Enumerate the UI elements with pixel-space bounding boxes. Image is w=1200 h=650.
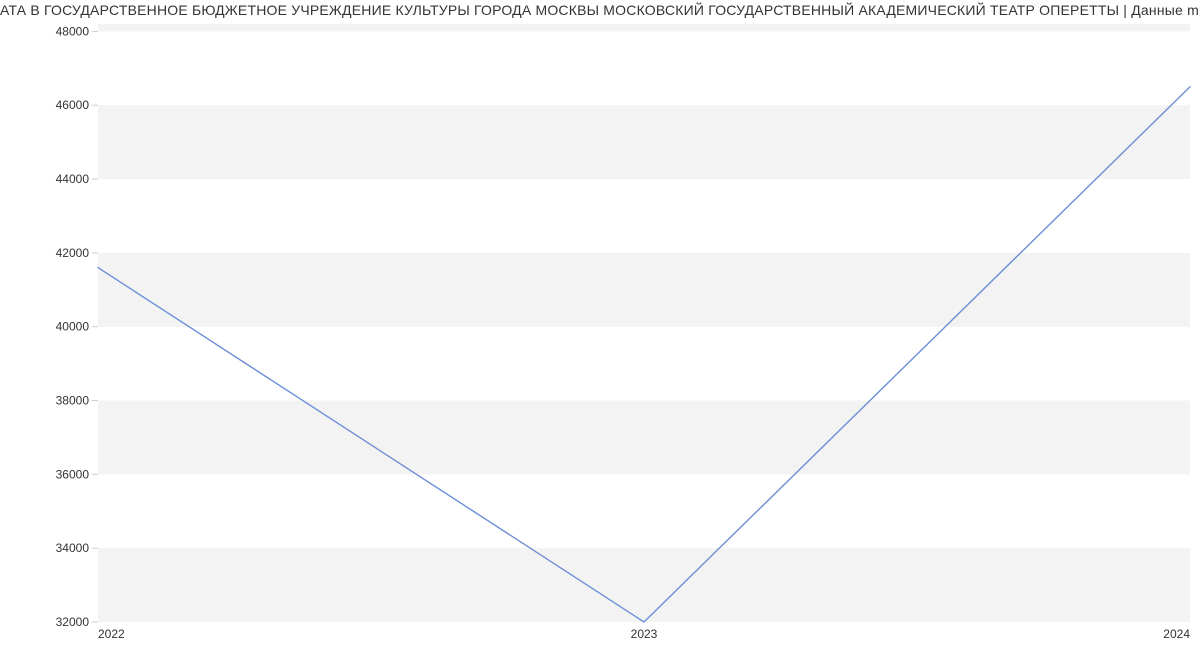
y-tick-label: 36000 [56, 467, 90, 481]
chart-title: АТА В ГОСУДАРСТВЕННОЕ БЮДЖЕТНОЕ УЧРЕЖДЕН… [0, 0, 1200, 20]
x-tick-label: 2024 [1163, 627, 1190, 641]
grid-band [98, 253, 1190, 327]
x-tick-label: 2023 [631, 627, 658, 641]
chart-svg: 32000 34000 36000 38000 40000 42000 44000 46000… [0, 20, 1200, 650]
grid-band [98, 548, 1190, 622]
grid-band [98, 105, 1190, 179]
grid-band [98, 401, 1190, 475]
chart-area: 32000 34000 36000 38000 40000 42000 44000 46000… [0, 20, 1200, 650]
y-tick-label: 48000 [56, 24, 90, 38]
x-tick-label: 2022 [98, 627, 125, 641]
y-tick-label: 44000 [56, 172, 90, 186]
y-tick-label: 32000 [56, 615, 90, 629]
y-tick-label: 40000 [56, 320, 90, 334]
y-tick-label: 46000 [56, 98, 90, 112]
y-tick-label: 38000 [56, 394, 90, 408]
grid-band [98, 24, 1190, 31]
y-tick-label: 34000 [56, 541, 90, 555]
y-tick-label: 42000 [56, 246, 90, 260]
